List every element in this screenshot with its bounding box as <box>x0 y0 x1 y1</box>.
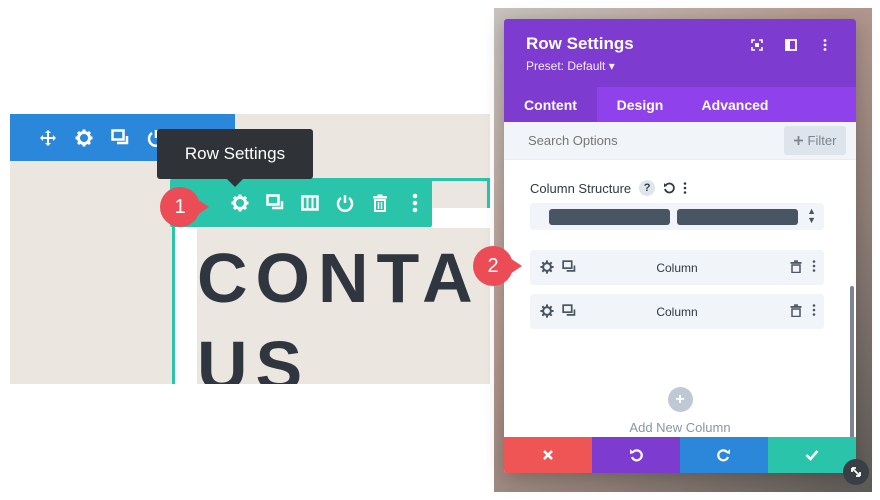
modal-body: Column Structure ? ▲ ▼ Column Column + A… <box>504 160 856 456</box>
redo-button[interactable] <box>680 437 768 473</box>
search-input[interactable] <box>528 133 728 148</box>
column-structure-select[interactable]: ▲ ▼ <box>530 203 824 230</box>
resize-handle[interactable] <box>843 459 869 485</box>
row-toolbar <box>170 179 432 227</box>
column-gear-icon[interactable] <box>540 260 554 274</box>
undo-icon <box>630 449 643 462</box>
scrollbar[interactable] <box>850 286 854 456</box>
column-right-icons <box>790 304 816 317</box>
add-new-column[interactable]: + Add New Column <box>504 387 856 435</box>
preset-selector[interactable]: Preset: Default ▾ <box>526 59 834 73</box>
row-power-icon[interactable] <box>327 179 362 227</box>
column-structure-text: Column Structure <box>530 180 632 196</box>
column-right-icons <box>790 260 816 273</box>
close-icon <box>543 450 553 460</box>
add-column-plus-icon[interactable]: + <box>667 387 693 412</box>
column-duplicate-icon[interactable] <box>562 304 576 318</box>
step-badge-2: 2 <box>473 246 522 286</box>
modal-header-icons <box>740 36 842 54</box>
column-more-icon[interactable] <box>812 260 816 272</box>
fullscreen-icon[interactable] <box>740 36 774 54</box>
tooltip-text: Row Settings <box>184 144 286 163</box>
undo-button[interactable] <box>592 437 680 473</box>
tab-design[interactable]: Design <box>597 87 683 122</box>
cancel-button[interactable] <box>504 437 592 473</box>
column-trash-icon[interactable] <box>790 304 802 317</box>
column-item[interactable]: Column <box>530 294 824 329</box>
modal-header[interactable]: Row Settings Preset: Default ▾ <box>504 19 856 87</box>
modal-more-icon[interactable] <box>808 36 842 54</box>
resize-icon <box>851 467 861 477</box>
column-structure-label: Column Structure ? <box>530 180 687 196</box>
column-duplicate-icon[interactable] <box>562 260 576 274</box>
select-arrow-icon: ▲ ▼ <box>807 206 816 225</box>
duplicate-icon[interactable] <box>102 114 138 161</box>
search-bar: Filter <box>504 122 856 160</box>
row-settings-tooltip: Row Settings <box>157 129 313 187</box>
help-icon[interactable]: ? <box>639 180 656 196</box>
row-settings-modal: Row Settings Preset: Default ▾ Content D… <box>504 19 856 473</box>
column-left-icons <box>540 304 576 318</box>
check-icon <box>805 450 819 461</box>
column-structure-bar-1 <box>549 209 670 225</box>
plus-icon <box>793 136 803 145</box>
gear-icon[interactable] <box>66 114 102 161</box>
contact-heading: CONTA US <box>197 239 481 384</box>
column-left-icons <box>540 260 576 274</box>
reset-icon[interactable] <box>663 182 675 194</box>
row-more-icon[interactable] <box>397 179 432 227</box>
tab-advanced[interactable]: Advanced <box>683 87 787 122</box>
column-structure-bar-2 <box>677 209 798 225</box>
filter-label: Filter <box>807 133 837 148</box>
column-trash-icon[interactable] <box>790 260 802 273</box>
badge-number: 1 <box>174 195 186 218</box>
snap-sidebar-icon[interactable] <box>774 36 808 54</box>
modal-tabs: Content Design Advanced <box>504 87 856 122</box>
column-item[interactable]: Column <box>530 250 824 285</box>
row-duplicate-icon[interactable] <box>257 179 292 227</box>
filter-button[interactable]: Filter <box>784 126 846 155</box>
column-padding-left <box>175 228 197 384</box>
stage: CONTA US Row Settings 1 Row Settings Pre… <box>0 0 880 500</box>
column-more-icon[interactable] <box>812 304 816 316</box>
step-badge-1: 1 <box>160 187 209 227</box>
row-columns-icon[interactable] <box>292 179 327 227</box>
redo-icon <box>717 449 730 462</box>
column-gear-icon[interactable] <box>540 304 554 318</box>
heading-module[interactable]: CONTA US <box>197 228 490 384</box>
move-icon[interactable] <box>30 114 66 161</box>
tab-content[interactable]: Content <box>504 87 597 122</box>
add-column-label: Add New Column <box>629 420 731 435</box>
badge-number: 2 <box>487 254 499 277</box>
column-structure-more-icon[interactable] <box>683 182 687 194</box>
row-trash-icon[interactable] <box>362 179 397 227</box>
modal-footer <box>504 437 856 473</box>
